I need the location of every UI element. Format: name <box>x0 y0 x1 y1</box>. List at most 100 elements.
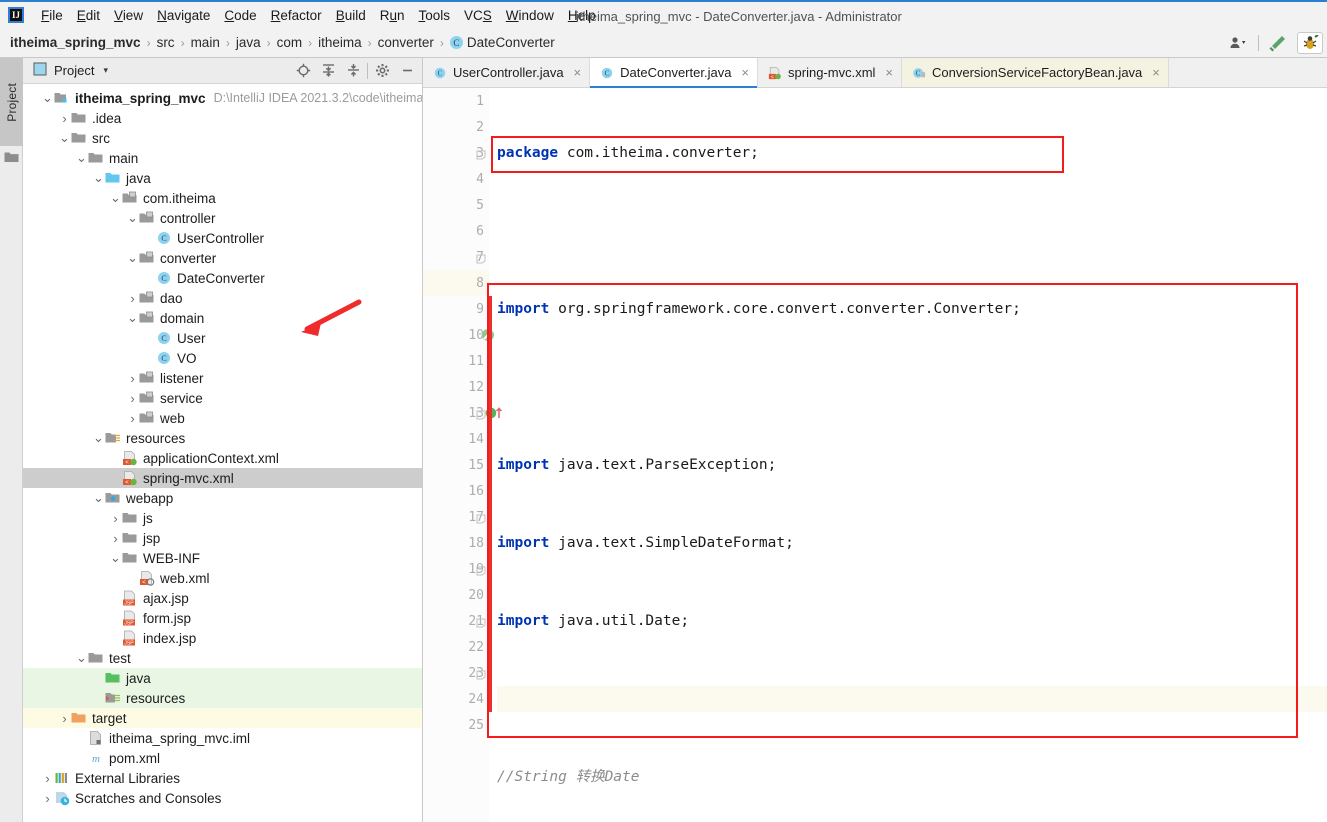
chevron-down-icon[interactable]: ⌄ <box>126 311 139 324</box>
menu-build[interactable]: Build <box>329 5 373 26</box>
chevron-right-icon[interactable]: › <box>126 411 139 426</box>
menu-navigate[interactable]: Navigate <box>150 5 217 26</box>
breadcrumb-item-3[interactable]: java <box>236 35 261 50</box>
chevron-down-icon[interactable]: ⌄ <box>126 251 139 264</box>
code-folding-strip[interactable] <box>475 88 489 822</box>
tree-node-scratches-and-consoles[interactable]: › Scratches and Consoles <box>23 788 422 808</box>
user-dropdown-icon[interactable] <box>1228 32 1250 54</box>
menu-bar[interactable]: File Edit View Navigate Code Refactor Bu… <box>34 5 603 26</box>
tree-node-spring-mvc-xml[interactable]: < spring-mvc.xml <box>23 468 422 488</box>
menu-file[interactable]: File <box>34 5 70 26</box>
menu-code[interactable]: Code <box>217 5 263 26</box>
tree-node-usercontroller[interactable]: C UserController <box>23 228 422 248</box>
chevron-down-icon[interactable]: ⌄ <box>58 131 71 144</box>
tree-node-test[interactable]: ⌄ test <box>23 648 422 668</box>
tree-node-src[interactable]: ⌄ src <box>23 128 422 148</box>
breadcrumb-item-leaf[interactable]: DateConverter <box>467 35 555 50</box>
tree-node-main[interactable]: ⌄ main <box>23 148 422 168</box>
close-icon[interactable]: × <box>885 65 893 80</box>
tree-node-controller[interactable]: ⌄ controller <box>23 208 422 228</box>
editor-tab-dateconverter-java[interactable]: C DateConverter.java × <box>590 58 759 88</box>
tree-node-resources[interactable]: ⌄ resources <box>23 428 422 448</box>
menu-vcs[interactable]: VCS <box>457 5 499 26</box>
hide-minimize-icon[interactable] <box>396 60 418 82</box>
close-icon[interactable]: × <box>574 65 582 80</box>
tree-node-java[interactable]: ⌄ java <box>23 168 422 188</box>
chevron-right-icon[interactable]: › <box>126 391 139 406</box>
chevron-down-icon[interactable]: ⌄ <box>41 91 54 104</box>
fold-marker-line-13[interactable] <box>476 408 486 420</box>
tree-node-applicationcontext-xml[interactable]: < applicationContext.xml <box>23 448 422 468</box>
tree-node-idea[interactable]: › .idea <box>23 108 422 128</box>
menu-window[interactable]: Window <box>499 5 561 26</box>
editor-tab-usercontroller-java[interactable]: C UserController.java × <box>423 58 591 87</box>
fold-marker-line-21[interactable] <box>476 616 486 628</box>
tree-node-external-libraries[interactable]: › External Libraries <box>23 768 422 788</box>
tree-node-dateconverter[interactable]: C DateConverter <box>23 268 422 288</box>
code-content[interactable]: package com.itheima.converter; import or… <box>489 88 1327 822</box>
chevron-right-icon[interactable]: › <box>58 711 71 726</box>
chevron-down-icon[interactable]: ⌄ <box>92 491 105 504</box>
chevron-down-icon[interactable]: ⌄ <box>92 171 105 184</box>
tree-node-java[interactable]: java <box>23 668 422 688</box>
tree-node-js[interactable]: › js <box>23 508 422 528</box>
chevron-right-icon[interactable]: › <box>109 511 122 526</box>
menu-view[interactable]: View <box>107 5 150 26</box>
collapse-all-icon[interactable] <box>342 60 364 82</box>
chevron-down-icon[interactable]: ▾ <box>103 65 108 76</box>
editor-gutter[interactable]: 12345678910111213I1415161718192021222324… <box>423 88 503 822</box>
expand-all-icon[interactable] <box>317 60 339 82</box>
tree-node-com-itheima[interactable]: ⌄ com.itheima <box>23 188 422 208</box>
tree-node-resources[interactable]: resources <box>23 688 422 708</box>
chevron-right-icon[interactable]: › <box>126 291 139 306</box>
fold-marker-line-7[interactable] <box>476 252 486 264</box>
close-icon[interactable]: × <box>1152 65 1160 80</box>
tree-node-webapp[interactable]: ⌄ webapp <box>23 488 422 508</box>
chevron-right-icon[interactable]: › <box>126 371 139 386</box>
chevron-down-icon[interactable]: ⌄ <box>109 191 122 204</box>
breadcrumb-item-0[interactable]: itheima_spring_mvc <box>10 35 141 50</box>
menu-tools[interactable]: Tools <box>412 5 458 26</box>
tree-node-pom-xml[interactable]: m pom.xml <box>23 748 422 768</box>
tree-node-web[interactable]: › web <box>23 408 422 428</box>
tree-node-jsp[interactable]: › jsp <box>23 528 422 548</box>
code-editor[interactable]: 12345678910111213I1415161718192021222324… <box>423 88 1327 822</box>
breadcrumb-item-2[interactable]: main <box>191 35 220 50</box>
tree-node-dao[interactable]: › dao <box>23 288 422 308</box>
editor-tab-conversionservicefactorybean-java[interactable]: C ConversionServiceFactoryBean.java × <box>902 58 1169 87</box>
breadcrumb-item-5[interactable]: itheima <box>318 35 362 50</box>
tool-window-tab-project[interactable]: Project <box>0 58 23 146</box>
locate-icon[interactable] <box>292 60 314 82</box>
folder-icon[interactable] <box>4 150 19 166</box>
chevron-down-icon[interactable]: ⌄ <box>92 431 105 444</box>
tree-node-form-jsp[interactable]: JSP form.jsp <box>23 608 422 628</box>
chevron-down-icon[interactable]: ⌄ <box>126 211 139 224</box>
chevron-right-icon[interactable]: › <box>41 791 54 806</box>
tree-node-user[interactable]: C User <box>23 328 422 348</box>
menu-run[interactable]: Run <box>373 5 412 26</box>
chevron-down-icon[interactable]: ⌄ <box>75 651 88 664</box>
editor-tab-bar[interactable]: C UserController.java × C DateConverter.java… <box>423 58 1327 88</box>
fold-marker-line-3[interactable] <box>476 148 486 160</box>
menu-refactor[interactable]: Refactor <box>264 5 329 26</box>
project-tree[interactable]: ⌄ itheima_spring_mvc D:\IntelliJ IDEA 2021… <box>23 84 422 822</box>
breadcrumb-item-6[interactable]: converter <box>378 35 434 50</box>
breadcrumb-item-4[interactable]: com <box>277 35 303 50</box>
fold-marker-line-23[interactable] <box>476 668 486 680</box>
tree-node-vo[interactable]: C VO <box>23 348 422 368</box>
editor-tab-spring-mvc-xml[interactable]: < spring-mvc.xml × <box>758 58 903 87</box>
tree-node-ajax-jsp[interactable]: JSP ajax.jsp <box>23 588 422 608</box>
tree-node-domain[interactable]: ⌄ domain <box>23 308 422 328</box>
breadcrumb-item-1[interactable]: src <box>157 35 175 50</box>
fold-marker-line-19[interactable] <box>476 564 486 576</box>
tree-node-listener[interactable]: › listener <box>23 368 422 388</box>
chevron-down-icon[interactable]: ⌄ <box>75 151 88 164</box>
tree-node-web-xml[interactable]: < web.xml <box>23 568 422 588</box>
run-ant-icon[interactable] <box>1297 32 1323 54</box>
chevron-right-icon[interactable]: › <box>41 771 54 786</box>
chevron-right-icon[interactable]: › <box>109 531 122 546</box>
close-icon[interactable]: × <box>741 65 749 80</box>
tree-node-web-inf[interactable]: ⌄ WEB-INF <box>23 548 422 568</box>
tree-node-itheima-spring-mvc-iml[interactable]: itheima_spring_mvc.iml <box>23 728 422 748</box>
tree-node-target[interactable]: › target <box>23 708 422 728</box>
